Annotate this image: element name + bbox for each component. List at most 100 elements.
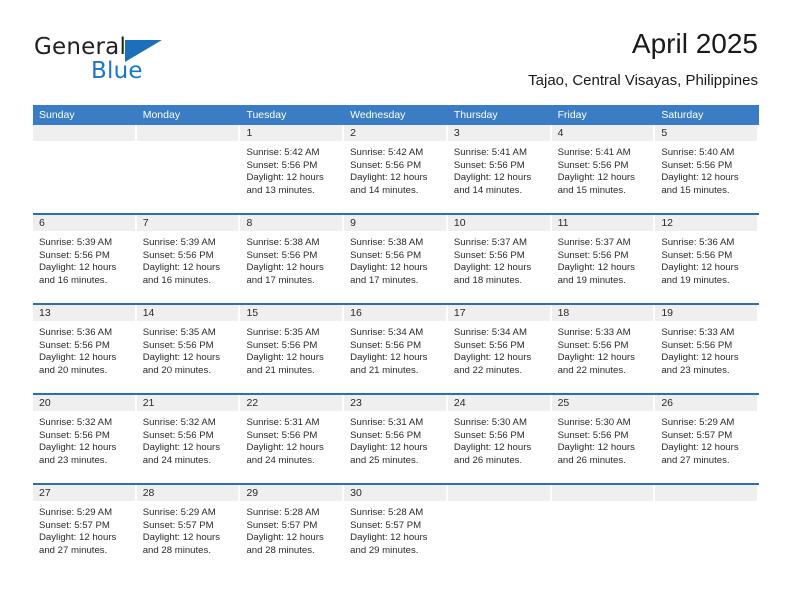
day-cell[interactable]: 21 Sunrise: 5:32 AM Sunset: 5:56 PM Dayligh… bbox=[136, 395, 241, 483]
daylight-duration-line1: Daylight: 12 hours bbox=[453, 172, 532, 184]
sunrise-time: Sunrise: 5:42 AM bbox=[350, 147, 424, 158]
day-cell[interactable]: 17 Sunrise: 5:34 AM Sunset: 5:56 PM Dayligh… bbox=[447, 305, 552, 393]
sunrise-time: Sunrise: 5:41 AM bbox=[453, 147, 527, 158]
day-cell[interactable]: 23 Sunrise: 5:31 AM Sunset: 5:56 PM Dayligh… bbox=[344, 395, 448, 483]
day-number: 16 bbox=[350, 307, 362, 319]
day-number-strip: 12 bbox=[655, 215, 758, 231]
day-number: 13 bbox=[39, 307, 51, 319]
sunset-time: Sunset: 5:56 PM bbox=[142, 339, 214, 351]
day-cell[interactable]: 1 Sunrise: 5:42 AM Sunset: 5:56 PM Daylight… bbox=[240, 125, 345, 213]
daylight-duration-line2: and 29 minutes. bbox=[350, 544, 419, 556]
day-cell-empty bbox=[33, 125, 137, 213]
day-cell[interactable]: 15 Sunrise: 5:35 AM Sunset: 5:56 PM Dayligh… bbox=[240, 305, 345, 393]
day-cell[interactable]: 26 Sunrise: 5:29 AM Sunset: 5:57 PM Dayligh… bbox=[655, 395, 760, 483]
daylight-duration-line2: and 15 minutes. bbox=[557, 184, 626, 196]
day-details: Sunrise: 5:33 AM Sunset: 5:56 PM Daylight:… bbox=[552, 321, 656, 377]
day-number-strip: 22 bbox=[240, 395, 343, 411]
day-cell[interactable]: 25 Sunrise: 5:30 AM Sunset: 5:56 PM Dayligh… bbox=[551, 395, 656, 483]
daylight-duration-line1: Daylight: 12 hours bbox=[661, 172, 739, 184]
brand-name-blue: Blue bbox=[91, 58, 143, 84]
sunrise-time: Sunrise: 5:35 AM bbox=[142, 327, 216, 338]
sunrise-time: Sunrise: 5:29 AM bbox=[661, 417, 735, 428]
sunrise-time: Sunrise: 5:29 AM bbox=[39, 507, 113, 518]
day-cell[interactable]: 5 Sunrise: 5:40 AM Sunset: 5:56 PM Daylight… bbox=[655, 125, 760, 213]
sunrise-time: Sunrise: 5:38 AM bbox=[246, 237, 320, 248]
day-details: Sunrise: 5:42 AM Sunset: 5:56 PM Daylight:… bbox=[240, 141, 344, 197]
calendar-week-row: 13 Sunrise: 5:36 AM Sunset: 5:56 PM Dayligh… bbox=[33, 303, 760, 393]
sunset-time: Sunset: 5:56 PM bbox=[557, 159, 629, 171]
daylight-duration-line2: and 23 minutes. bbox=[661, 364, 730, 376]
day-number-strip: 6 bbox=[33, 215, 135, 231]
daylight-duration-line1: Daylight: 12 hours bbox=[350, 352, 428, 364]
daylight-duration-line1: Daylight: 12 hours bbox=[453, 352, 532, 364]
day-number: 28 bbox=[142, 487, 155, 499]
sunrise-time: Sunrise: 5:32 AM bbox=[142, 417, 216, 428]
day-cell[interactable]: 2 Sunrise: 5:42 AM Sunset: 5:56 PM Daylight… bbox=[344, 125, 448, 213]
day-number-strip: 14 bbox=[136, 305, 239, 321]
day-details: Sunrise: 5:34 AM Sunset: 5:56 PM Daylight:… bbox=[448, 321, 552, 377]
daylight-duration-line2: and 21 minutes. bbox=[350, 364, 419, 376]
day-cell[interactable]: 30 Sunrise: 5:28 AM Sunset: 5:57 PM Dayligh… bbox=[344, 485, 448, 573]
day-number-strip bbox=[447, 485, 550, 501]
weekday-header-monday: Monday bbox=[142, 109, 181, 121]
day-cell[interactable]: 11 Sunrise: 5:37 AM Sunset: 5:56 PM Dayligh… bbox=[551, 215, 656, 303]
day-cell[interactable]: 16 Sunrise: 5:34 AM Sunset: 5:56 PM Dayligh… bbox=[344, 305, 448, 393]
daylight-duration-line1: Daylight: 12 hours bbox=[557, 352, 635, 364]
day-number: 3 bbox=[453, 127, 460, 139]
sunset-time: Sunset: 5:56 PM bbox=[557, 429, 629, 441]
sunset-time: Sunset: 5:57 PM bbox=[246, 519, 318, 531]
day-details: Sunrise: 5:41 AM Sunset: 5:56 PM Daylight:… bbox=[552, 141, 656, 197]
page-header: General Blue April 2025 Tajao, Central V… bbox=[34, 28, 758, 100]
day-number-strip: 9 bbox=[344, 215, 446, 231]
daylight-duration-line2: and 22 minutes. bbox=[557, 364, 626, 376]
day-number-strip: 27 bbox=[33, 485, 135, 501]
day-cell[interactable]: 3 Sunrise: 5:41 AM Sunset: 5:56 PM Daylight… bbox=[447, 125, 552, 213]
day-number-strip: 17 bbox=[447, 305, 550, 321]
day-number-strip: 10 bbox=[447, 215, 550, 231]
day-number-strip: 7 bbox=[136, 215, 239, 231]
daylight-duration-line1: Daylight: 12 hours bbox=[661, 442, 739, 454]
daylight-duration-line2: and 14 minutes. bbox=[453, 184, 523, 196]
day-cell[interactable]: 19 Sunrise: 5:33 AM Sunset: 5:56 PM Dayligh… bbox=[655, 305, 760, 393]
sunset-time: Sunset: 5:56 PM bbox=[453, 429, 525, 441]
daylight-duration-line2: and 13 minutes. bbox=[246, 184, 315, 196]
day-cell[interactable]: 4 Sunrise: 5:41 AM Sunset: 5:56 PM Daylight… bbox=[551, 125, 656, 213]
daylight-duration-line2: and 27 minutes. bbox=[39, 544, 108, 556]
day-details: Sunrise: 5:28 AM Sunset: 5:57 PM Daylight:… bbox=[344, 501, 448, 557]
sunset-time: Sunset: 5:56 PM bbox=[142, 429, 214, 441]
brand-logo[interactable]: General Blue bbox=[34, 34, 214, 90]
daylight-duration-line1: Daylight: 12 hours bbox=[350, 262, 428, 274]
day-cell[interactable]: 13 Sunrise: 5:36 AM Sunset: 5:56 PM Dayligh… bbox=[33, 305, 137, 393]
day-cell[interactable]: 6 Sunrise: 5:39 AM Sunset: 5:56 PM Daylight… bbox=[33, 215, 137, 303]
week-cells: 1 Sunrise: 5:42 AM Sunset: 5:56 PM Daylight… bbox=[33, 125, 760, 213]
day-number: 2 bbox=[350, 127, 356, 139]
day-cell[interactable]: 18 Sunrise: 5:33 AM Sunset: 5:56 PM Dayligh… bbox=[551, 305, 656, 393]
day-cell[interactable]: 7 Sunrise: 5:39 AM Sunset: 5:56 PM Daylight… bbox=[136, 215, 241, 303]
daylight-duration-line2: and 24 minutes. bbox=[142, 454, 211, 466]
day-number: 12 bbox=[661, 217, 673, 229]
page-title: April 2025 bbox=[631, 28, 758, 59]
sunrise-time: Sunrise: 5:30 AM bbox=[453, 417, 527, 428]
day-cell[interactable]: 12 Sunrise: 5:36 AM Sunset: 5:56 PM Dayligh… bbox=[655, 215, 760, 303]
day-cell[interactable]: 20 Sunrise: 5:32 AM Sunset: 5:56 PM Dayligh… bbox=[33, 395, 137, 483]
daylight-duration-line1: Daylight: 12 hours bbox=[453, 442, 532, 454]
day-number-strip: 23 bbox=[344, 395, 446, 411]
day-cell[interactable]: 8 Sunrise: 5:38 AM Sunset: 5:56 PM Daylight… bbox=[240, 215, 345, 303]
day-cell[interactable]: 22 Sunrise: 5:31 AM Sunset: 5:56 PM Dayligh… bbox=[240, 395, 345, 483]
brand-name-general: General bbox=[34, 34, 127, 60]
day-cell[interactable]: 29 Sunrise: 5:28 AM Sunset: 5:57 PM Dayligh… bbox=[240, 485, 345, 573]
sunset-time: Sunset: 5:56 PM bbox=[39, 429, 110, 441]
week-cells: 6 Sunrise: 5:39 AM Sunset: 5:56 PM Daylight… bbox=[33, 215, 760, 303]
day-details: Sunrise: 5:37 AM Sunset: 5:56 PM Daylight:… bbox=[448, 231, 552, 287]
day-cell[interactable]: 27 Sunrise: 5:29 AM Sunset: 5:57 PM Dayligh… bbox=[33, 485, 137, 573]
day-cell[interactable]: 14 Sunrise: 5:35 AM Sunset: 5:56 PM Dayligh… bbox=[136, 305, 241, 393]
daylight-duration-line2: and 14 minutes. bbox=[350, 184, 419, 196]
sunrise-time: Sunrise: 5:28 AM bbox=[246, 507, 320, 518]
day-cell[interactable]: 24 Sunrise: 5:30 AM Sunset: 5:56 PM Dayligh… bbox=[447, 395, 552, 483]
sunset-time: Sunset: 5:56 PM bbox=[350, 429, 422, 441]
day-number: 22 bbox=[246, 397, 259, 409]
day-details: Sunrise: 5:29 AM Sunset: 5:57 PM Daylight:… bbox=[33, 501, 137, 557]
day-cell[interactable]: 28 Sunrise: 5:29 AM Sunset: 5:57 PM Dayligh… bbox=[136, 485, 241, 573]
day-cell[interactable]: 9 Sunrise: 5:38 AM Sunset: 5:56 PM Daylight… bbox=[344, 215, 448, 303]
day-cell[interactable]: 10 Sunrise: 5:37 AM Sunset: 5:56 PM Dayligh… bbox=[447, 215, 552, 303]
